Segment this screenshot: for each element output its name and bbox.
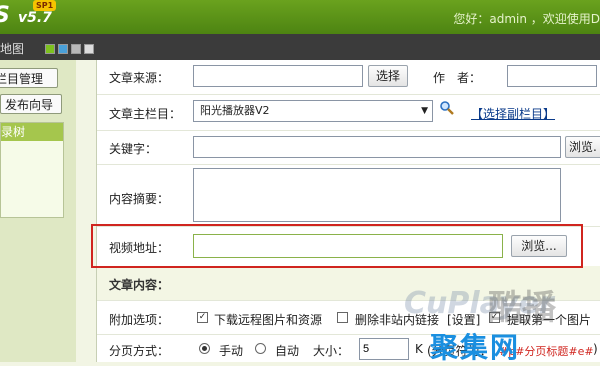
sub-navbar: 地图 [0, 34, 600, 60]
site-map-link[interactable]: 地图 [0, 40, 24, 57]
size-unit: K [415, 342, 423, 356]
main-column-label: 文章主栏目： [109, 107, 182, 121]
publish-wizard-button[interactable]: 发布向导 [0, 94, 62, 114]
browse-keyword-button[interactable]: 浏览. [565, 136, 600, 158]
size-label: 大小： [313, 344, 350, 358]
source-input[interactable] [193, 65, 363, 87]
page-size-input[interactable] [359, 338, 409, 360]
paging-manual-radio[interactable] [199, 343, 210, 354]
download-remote-label: 下载远程图片和资源 [214, 313, 323, 327]
main-column-select[interactable]: 阳光播放器V2 ▼ [193, 100, 433, 122]
download-remote-checkbox[interactable]: ✓ [197, 312, 208, 323]
column-manage-button[interactable]: 栏目管理 [0, 68, 58, 88]
chevron-down-icon: ▼ [421, 106, 428, 116]
sp-badge: SP1 [33, 0, 57, 11]
main-column-row: 文章主栏目： 阳光播放器V2 ▼ 【选择副栏目】 [97, 94, 600, 131]
keyword-row: 关键字： 浏览. [97, 130, 600, 165]
paging-row: 分页方式： 手动 自动 大小： K (分页符为： #p#分页标题#e# ) [97, 334, 600, 362]
summary-label: 内容摘要： [109, 192, 170, 206]
watermark-brand-cn: 酷播 [488, 288, 556, 328]
content-section-title: 文章内容： [109, 278, 170, 292]
video-url-highlight [91, 224, 583, 268]
paging-auto-label: 自动 [275, 344, 300, 358]
logo-letter: S [0, 3, 10, 28]
tree-title: 录树 [1, 123, 63, 141]
paging-auto-radio[interactable] [255, 343, 266, 354]
select-sub-column-link[interactable]: 【选择副栏目】 [471, 105, 555, 122]
main-column-value: 阳光播放器V2 [200, 104, 270, 117]
select-source-button[interactable]: 选择 [368, 65, 408, 87]
paging-label: 分页方式： [109, 344, 170, 358]
source-row: 文章来源： 选择 作 者： [97, 60, 600, 95]
source-label: 文章来源： [109, 71, 170, 85]
options-label: 附加选项： [109, 313, 170, 327]
column-tree-panel: 录树 [0, 122, 64, 218]
logo-version: v5.7 [18, 10, 52, 26]
theme-swatch-green[interactable] [45, 44, 55, 54]
keyword-label: 关键字： [109, 142, 158, 156]
theme-swatch-light[interactable] [84, 44, 94, 54]
paging-close: ) [593, 342, 598, 356]
search-icon[interactable] [439, 100, 455, 116]
theme-swatch-blue[interactable] [58, 44, 68, 54]
delete-links-checkbox[interactable] [337, 312, 348, 323]
summary-row: 内容摘要： [97, 164, 600, 227]
summary-textarea[interactable] [193, 168, 561, 222]
author-label: 作 者： [433, 71, 482, 85]
keyword-input[interactable] [193, 136, 561, 158]
welcome-text: 您好：admin ，欢迎使用D [453, 12, 600, 26]
paging-manual-label: 手动 [219, 344, 244, 358]
top-header: S v5.7 SP1 您好：admin ，欢迎使用D [0, 0, 600, 34]
watermark-blue-text: 聚集网 [430, 331, 521, 364]
author-input[interactable] [507, 65, 597, 87]
theme-swatch-gray[interactable] [71, 44, 81, 54]
